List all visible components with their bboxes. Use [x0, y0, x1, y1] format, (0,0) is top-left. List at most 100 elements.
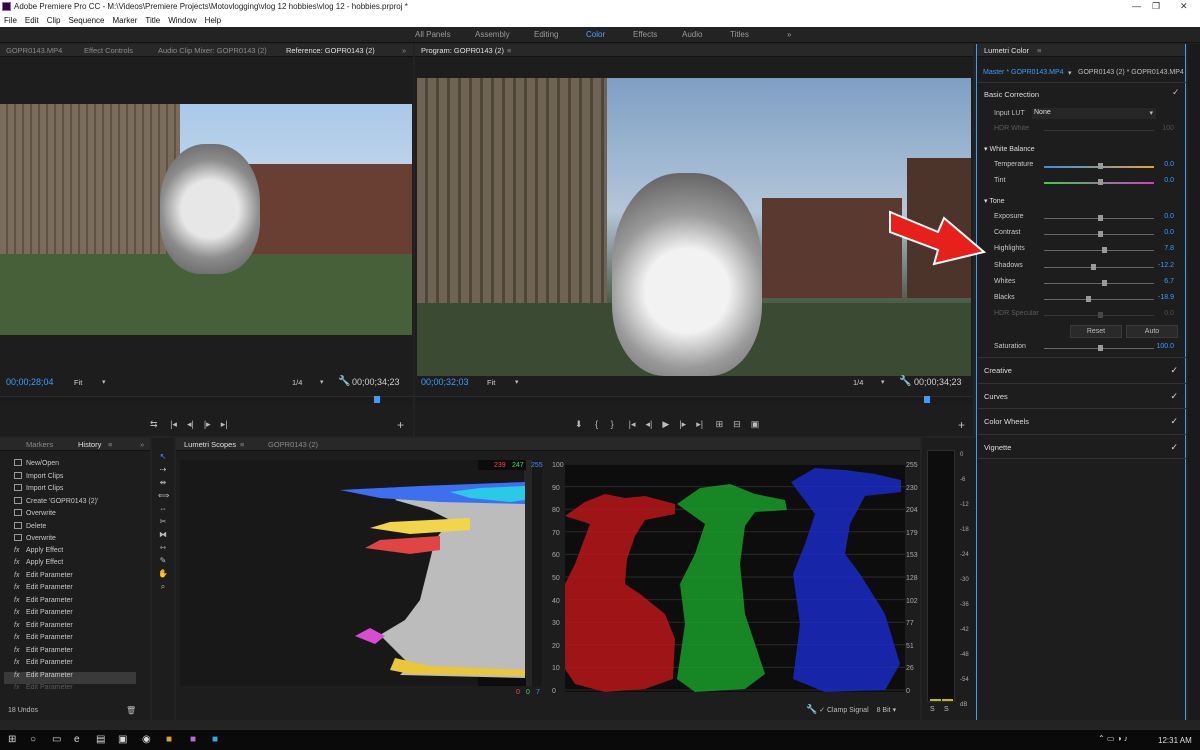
workspace-all-panels[interactable]: All Panels	[415, 30, 451, 39]
wrench-icon[interactable]: 🔧	[806, 704, 817, 714]
tab-sequence[interactable]: GOPR0143 (2)	[268, 440, 318, 449]
white-balance-header[interactable]: ▾ White Balance	[984, 145, 1035, 153]
close-button[interactable]: ✕	[1180, 1, 1188, 12]
program-playhead[interactable]	[924, 396, 930, 403]
slide-tool-icon[interactable]: ⇿	[158, 543, 168, 553]
history-item[interactable]: fx Apply Effect	[4, 559, 136, 571]
color-wheels-section[interactable]: Color Wheels ✓	[978, 408, 1186, 433]
history-item[interactable]: New/Open	[4, 459, 136, 471]
workspace-overflow-button[interactable]: »	[787, 30, 791, 39]
mark-in-icon[interactable]: {	[595, 419, 598, 429]
fit-dropdown-icon[interactable]: ▾	[515, 378, 519, 386]
premiere-taskbar-icon[interactable]: ■	[190, 734, 196, 745]
tab-overflow-button[interactable]: »	[402, 46, 406, 55]
step-back-icon[interactable]: ◂|	[187, 419, 194, 429]
history-item[interactable]: fx Edit Parameter	[4, 634, 136, 646]
reference-playhead[interactable]	[374, 396, 380, 403]
sequence-clip-tab[interactable]: GOPR0143 (2) * GOPR0143.MP4	[1078, 69, 1184, 76]
razor-tool-icon[interactable]: ✂	[158, 517, 168, 527]
tab-history[interactable]: History	[78, 440, 101, 449]
tone-slider-knob[interactable]	[1098, 231, 1103, 238]
workspace-assembly[interactable]: Assembly	[475, 30, 510, 39]
history-item[interactable]: Overwrite	[4, 534, 136, 546]
task-view-icon[interactable]: ▭	[52, 734, 61, 745]
tint-value[interactable]: 0.0	[1164, 177, 1174, 184]
tone-value[interactable]: -18.9	[1158, 294, 1174, 301]
program-ratio-select[interactable]: 1/4	[853, 378, 863, 387]
tone-value[interactable]: 6.7	[1164, 278, 1174, 285]
program-fit-select[interactable]: Fit	[487, 378, 495, 387]
saturation-knob[interactable]	[1098, 345, 1103, 351]
tone-slider-knob[interactable]	[1102, 247, 1107, 254]
lumetri-menu-icon[interactable]: ≡	[1037, 46, 1041, 55]
history-item[interactable]: fx Edit Parameter	[4, 671, 136, 684]
history-item[interactable]: fx Edit Parameter	[4, 684, 136, 696]
reset-button[interactable]: Reset	[1070, 325, 1122, 338]
color-wheels-checkbox[interactable]: ✓	[1170, 416, 1178, 427]
lift-icon[interactable]: ⊞	[716, 419, 724, 429]
ripple-edit-tool-icon[interactable]: ⇹	[158, 478, 168, 488]
tab-overflow-button[interactable]: »	[140, 440, 144, 449]
history-item[interactable]: Create 'GOPR0143 (2)'	[4, 496, 136, 509]
photoshop-icon[interactable]: ■	[212, 734, 218, 745]
gang-icon[interactable]: ⇆	[150, 419, 158, 429]
clamp-signal-checkbox[interactable]: ✓	[819, 707, 825, 714]
rolling-edit-tool-icon[interactable]: ⟺	[158, 491, 169, 501]
add-button-icon[interactable]: +	[397, 418, 404, 432]
menu-help[interactable]: Help	[205, 14, 221, 27]
creative-section[interactable]: Creative ✓	[978, 357, 1186, 382]
windows-start-icon[interactable]: ⊞	[8, 734, 16, 745]
input-lut-select[interactable]: None ▾	[1032, 108, 1156, 119]
reference-ratio-select[interactable]: 1/4	[292, 378, 302, 387]
tab-markers[interactable]: Markers	[26, 440, 53, 449]
step-back-icon[interactable]: ◂|	[646, 419, 653, 429]
ratio-dropdown-icon[interactable]: ▾	[881, 378, 885, 386]
history-item[interactable]: fx Edit Parameter	[4, 609, 136, 621]
trash-icon[interactable]: 🗑	[126, 706, 136, 715]
tab-lumetri-color[interactable]: Lumetri Color	[984, 46, 1029, 55]
history-item[interactable]: fx Edit Parameter	[4, 647, 136, 659]
maximize-button[interactable]: ❐	[1152, 1, 1160, 12]
saturation-value[interactable]: 100.0	[1156, 343, 1174, 350]
history-item[interactable]: Overwrite	[4, 509, 136, 521]
hand-tool-icon[interactable]: ✋	[158, 569, 168, 579]
tone-value[interactable]: 0.0	[1164, 213, 1174, 220]
tab-source[interactable]: GOPR0143.MP4	[6, 46, 62, 55]
menu-file[interactable]: File	[4, 14, 17, 27]
auto-button[interactable]: Auto	[1126, 325, 1178, 338]
search-icon[interactable]: ○	[30, 734, 36, 745]
solo-right-button[interactable]: S	[944, 706, 949, 713]
bit-depth-dropdown-icon[interactable]: ▾	[893, 707, 897, 714]
reference-fit-select[interactable]: Fit	[74, 378, 82, 387]
ratio-dropdown-icon[interactable]: ▾	[320, 378, 324, 386]
basic-correction-header[interactable]: Basic Correction	[984, 90, 1039, 99]
reference-timecode[interactable]: 00;00;28;04	[6, 377, 54, 387]
tone-slider[interactable]	[1044, 299, 1154, 300]
wrench-icon[interactable]: 🔧	[338, 376, 350, 387]
tone-value[interactable]: -12.2	[1158, 262, 1174, 269]
tab-effect-controls[interactable]: Effect Controls	[84, 46, 133, 55]
store-icon[interactable]: ▣	[118, 734, 127, 745]
mark-out-icon[interactable]: }	[611, 419, 614, 429]
tab-lumetri-scopes[interactable]: Lumetri Scopes	[184, 440, 236, 449]
tone-slider-knob[interactable]	[1091, 263, 1096, 270]
workspace-audio[interactable]: Audio	[682, 30, 702, 39]
creative-checkbox[interactable]: ✓	[1170, 365, 1178, 376]
wrench-icon[interactable]: 🔧	[899, 376, 911, 387]
tone-slider[interactable]	[1044, 266, 1154, 268]
zoom-tool-icon[interactable]: ⌕	[158, 582, 168, 592]
pen-tool-icon[interactable]: ✎	[158, 556, 168, 566]
selection-tool-icon[interactable]: ↖	[158, 452, 168, 462]
tone-slider-knob[interactable]	[1086, 296, 1091, 302]
workspace-titles[interactable]: Titles	[730, 30, 749, 39]
solo-left-button[interactable]: S	[930, 706, 935, 713]
vignette-checkbox[interactable]: ✓	[1170, 442, 1178, 453]
rate-stretch-tool-icon[interactable]: ⇔	[158, 504, 168, 514]
tint-knob[interactable]	[1098, 179, 1103, 185]
tone-slider[interactable]	[1044, 282, 1154, 284]
hdr-white-slider[interactable]	[1044, 130, 1154, 131]
history-item[interactable]: fx Edit Parameter	[4, 622, 136, 634]
history-item[interactable]: fx Edit Parameter	[4, 659, 136, 671]
tone-slider-knob[interactable]	[1098, 215, 1103, 221]
history-item[interactable]: Import Clips	[4, 471, 136, 484]
